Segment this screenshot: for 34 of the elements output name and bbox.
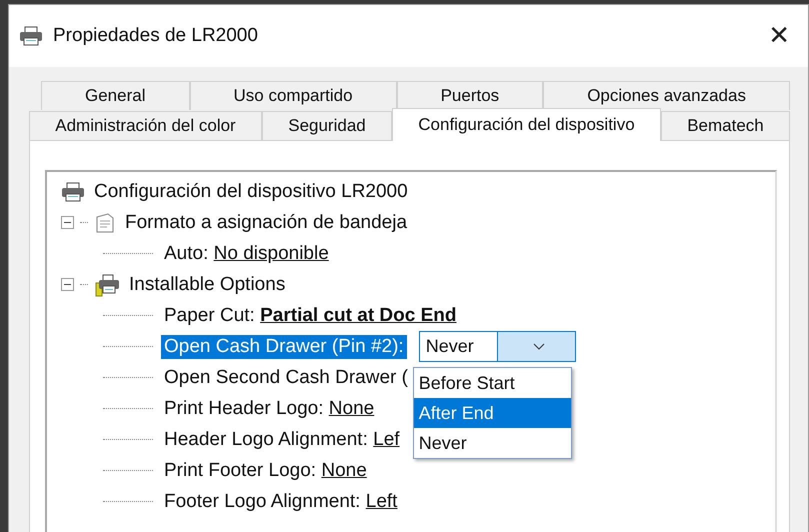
- option-label[interactable]: Print Footer Logo: None: [161, 458, 370, 482]
- printer-options-icon: [94, 272, 120, 296]
- option-label[interactable]: Open Cash Drawer (Pin #2):: [161, 334, 407, 358]
- document-icon: [94, 212, 116, 234]
- close-button[interactable]: ✕: [764, 21, 794, 51]
- tab[interactable]: Puertos: [396, 81, 544, 110]
- value-dropdown[interactable]: Never: [418, 331, 576, 362]
- option-label[interactable]: Print Header Logo: None: [161, 396, 378, 420]
- chevron-down-icon: [533, 343, 546, 350]
- option-label[interactable]: Footer Logo Alignment: Left: [161, 490, 400, 514]
- window-title: Propiedades de LR2000: [53, 25, 259, 47]
- option-label[interactable]: Paper Cut: Partial cut at Doc End: [161, 304, 460, 328]
- tree-node-label[interactable]: Installable Options: [126, 272, 288, 296]
- tab[interactable]: Seguridad: [262, 111, 392, 140]
- option-label[interactable]: Auto: No disponible: [161, 242, 332, 266]
- tab[interactable]: Administración del color: [29, 111, 262, 140]
- minus-icon: [64, 219, 71, 226]
- dropdown-option[interactable]: Never: [414, 428, 571, 458]
- tab[interactable]: Configuración del dispositivo: [392, 108, 661, 141]
- tab[interactable]: Uso compartido: [190, 81, 397, 110]
- tab[interactable]: Bematech: [660, 111, 790, 140]
- printer-icon: [61, 182, 85, 202]
- dropdown-option[interactable]: After End: [414, 398, 571, 428]
- collapse-toggle[interactable]: [61, 216, 74, 229]
- collapse-toggle[interactable]: [61, 278, 74, 291]
- minus-icon: [64, 281, 71, 288]
- tab[interactable]: Opciones avanzadas: [543, 81, 790, 110]
- tree-root-label[interactable]: Configuración del dispositivo LR2000: [91, 180, 411, 204]
- dropdown-option[interactable]: Before Start: [414, 368, 571, 398]
- tree-node-label[interactable]: Formato a asignación de bandeja: [122, 210, 410, 234]
- option-label[interactable]: Open Second Cash Drawer (: [161, 366, 411, 390]
- printer-icon: [19, 26, 43, 46]
- tab[interactable]: General: [41, 81, 190, 110]
- option-label[interactable]: Header Logo Alignment: Lef: [161, 428, 403, 452]
